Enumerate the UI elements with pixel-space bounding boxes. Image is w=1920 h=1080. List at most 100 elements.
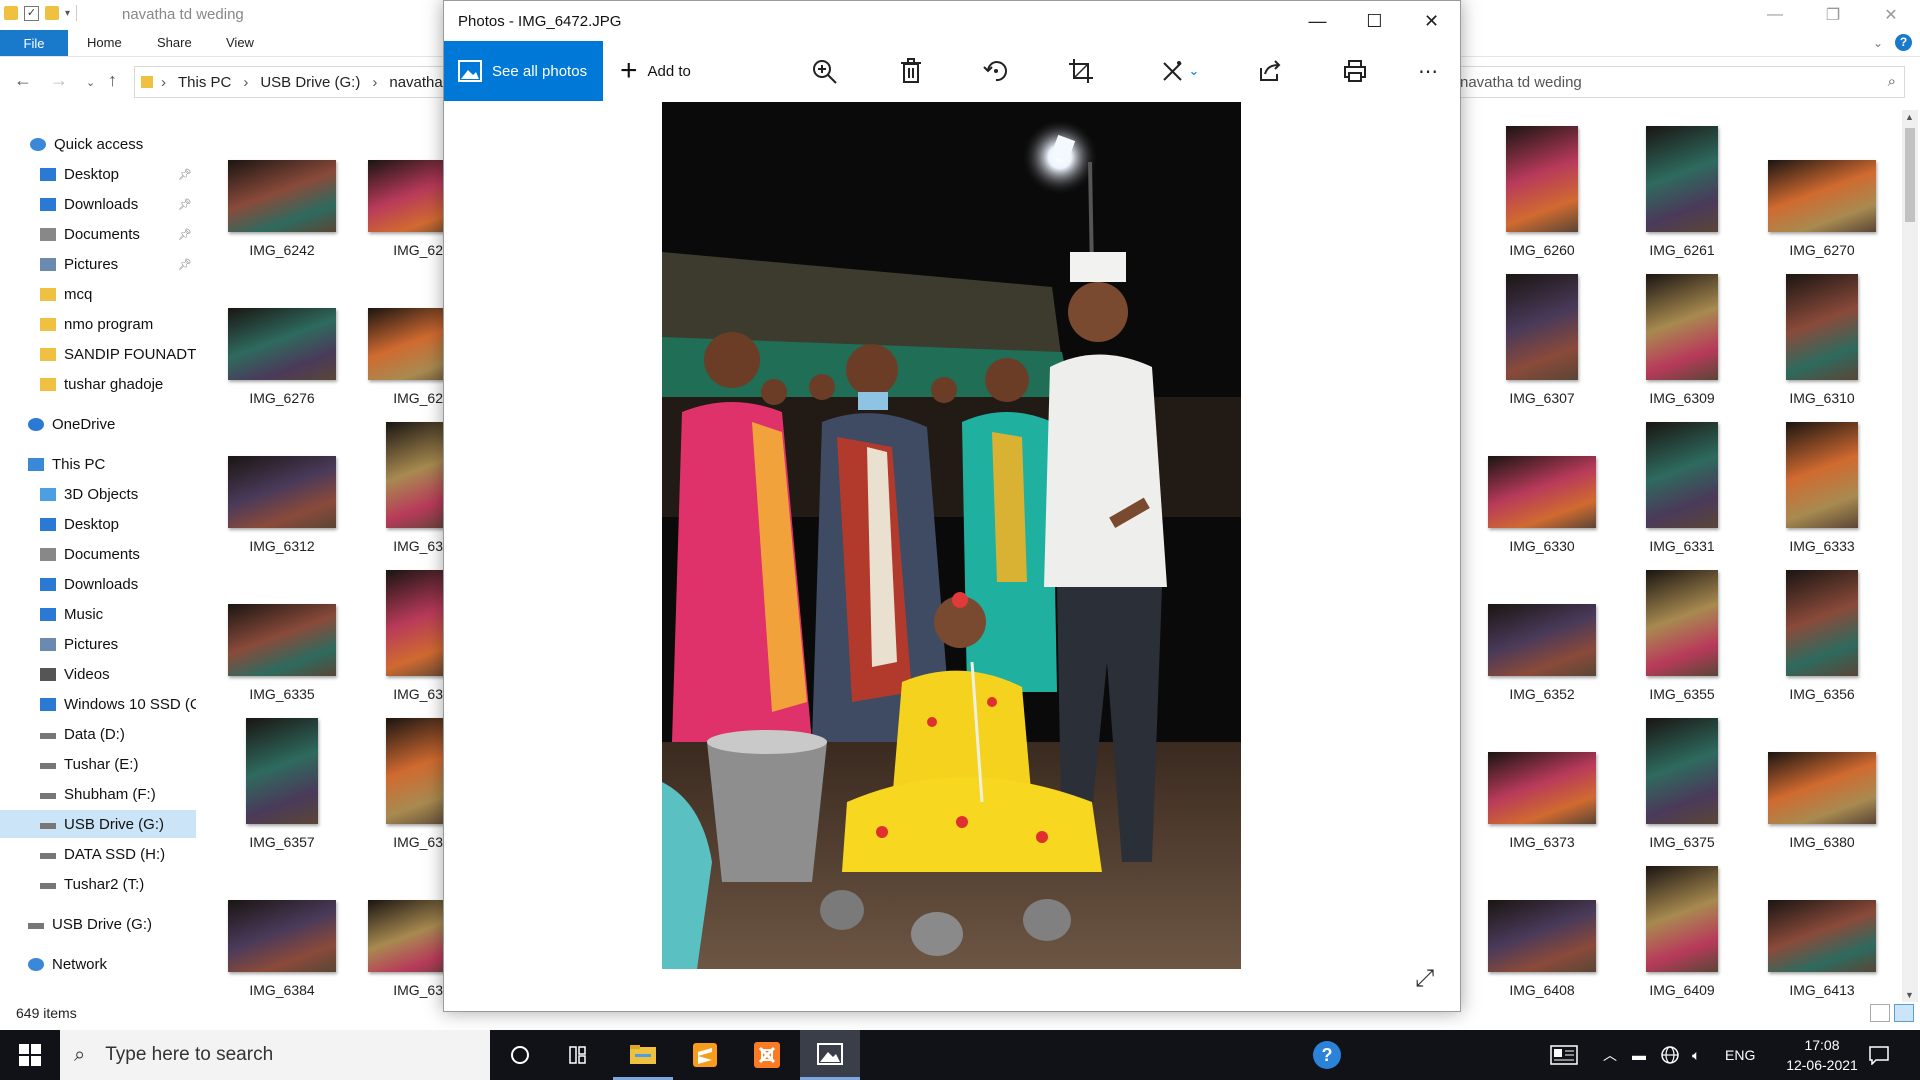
sidebar-item[interactable]: Music: [0, 600, 196, 628]
sidebar-item[interactable]: Videos: [0, 660, 196, 688]
minimize-icon[interactable]: —: [1289, 1, 1346, 41]
sidebar-item[interactable]: Downloads 📌︎: [0, 190, 196, 218]
file-thumbnail[interactable]: IMG_6309: [1622, 274, 1742, 406]
scroll-up-icon[interactable]: ▲: [1905, 112, 1914, 122]
file-thumbnail[interactable]: IMG_6375: [1622, 718, 1742, 850]
sidebar-item[interactable]: Data (D:): [0, 720, 196, 748]
file-thumbnail[interactable]: IMG_6413: [1762, 866, 1882, 998]
file-thumbnail[interactable]: IMG_6408: [1482, 866, 1602, 998]
back-arrow-icon[interactable]: ←: [14, 70, 32, 91]
sidebar-item[interactable]: Network: [0, 950, 196, 978]
expand-ribbon-icon[interactable]: ⌄: [1873, 36, 1883, 50]
battery-icon[interactable]: ▬: [1632, 1030, 1646, 1080]
vertical-scrollbar[interactable]: ▲ ▼: [1902, 110, 1918, 1002]
taskbar-search-box[interactable]: ⌕ Type here to search: [60, 1030, 490, 1080]
file-explorer-taskbar-icon[interactable]: [613, 1030, 673, 1080]
sidebar-item[interactable]: Windows 10 SSD (C: [0, 690, 196, 718]
scroll-down-icon[interactable]: ▼: [1905, 990, 1914, 1000]
full-screen-icon[interactable]: ⤢: [1415, 965, 1434, 993]
print-icon[interactable]: [1341, 57, 1369, 85]
task-view-icon[interactable]: [550, 1030, 610, 1080]
sidebar-item[interactable]: Quick access: [0, 130, 196, 158]
file-thumbnail[interactable]: IMG_6335: [222, 570, 342, 702]
sidebar-item[interactable]: USB Drive (G:): [0, 910, 196, 938]
new-folder-icon[interactable]: [45, 6, 59, 20]
sidebar-item[interactable]: Documents: [0, 540, 196, 568]
see-all-photos-button[interactable]: See all photos: [444, 41, 603, 101]
start-button[interactable]: [0, 1030, 60, 1080]
file-thumbnail[interactable]: IMG_6242: [222, 126, 342, 258]
delete-icon[interactable]: [897, 57, 925, 85]
details-view-icon[interactable]: [1870, 1004, 1890, 1022]
zoom-icon[interactable]: [810, 57, 838, 85]
share-icon[interactable]: [1256, 57, 1284, 85]
scrollbar-thumb[interactable]: [1905, 128, 1915, 222]
sidebar-item[interactable]: mcq: [0, 280, 196, 308]
customize-qat-icon[interactable]: ▾: [65, 8, 70, 19]
file-thumbnail[interactable]: IMG_6384: [222, 866, 342, 998]
file-thumbnail[interactable]: IMG_6270: [1762, 126, 1882, 258]
tab-home[interactable]: Home: [87, 35, 122, 50]
sidebar-item[interactable]: Downloads: [0, 570, 196, 598]
sidebar-item[interactable]: USB Drive (G:): [0, 810, 196, 838]
up-arrow-icon[interactable]: ↑: [108, 70, 117, 91]
close-icon[interactable]: ✕: [1862, 0, 1920, 30]
clock[interactable]: 17:08 12-06-2021: [1782, 1035, 1862, 1075]
sidebar-item[interactable]: Pictures 📌︎: [0, 250, 196, 278]
sidebar-item[interactable]: Desktop 📌︎: [0, 160, 196, 188]
xampp-icon[interactable]: [737, 1030, 797, 1080]
file-tab[interactable]: File: [0, 30, 68, 56]
sidebar-item[interactable]: 3D Objects: [0, 480, 196, 508]
file-thumbnail[interactable]: IMG_6276: [222, 274, 342, 406]
large-icons-view-icon[interactable]: [1894, 1004, 1914, 1022]
sidebar-item[interactable]: Desktop: [0, 510, 196, 538]
breadcrumb-this-pc[interactable]: This PC: [178, 74, 231, 91]
forward-arrow-icon[interactable]: →: [50, 70, 68, 91]
close-icon[interactable]: ✕: [1403, 1, 1460, 41]
sidebar-item[interactable]: Pictures: [0, 630, 196, 658]
maximize-icon[interactable]: ☐: [1346, 1, 1403, 41]
file-thumbnail[interactable]: IMG_6331: [1622, 422, 1742, 554]
sidebar-item[interactable]: Tushar2 (T:): [0, 870, 196, 898]
crop-icon[interactable]: [1067, 57, 1095, 85]
more-options-icon[interactable]: ⋯: [1414, 57, 1442, 85]
file-thumbnail[interactable]: IMG_6356: [1762, 570, 1882, 702]
file-thumbnail[interactable]: IMG_6333: [1762, 422, 1882, 554]
sublime-text-icon[interactable]: [675, 1030, 735, 1080]
sidebar-item[interactable]: nmo program: [0, 310, 196, 338]
help-taskbar-icon[interactable]: ?: [1297, 1030, 1357, 1080]
help-icon[interactable]: ?: [1895, 34, 1912, 51]
file-thumbnail[interactable]: IMG_6373: [1482, 718, 1602, 850]
sidebar-item[interactable]: OneDrive: [0, 410, 196, 438]
photos-taskbar-icon[interactable]: [800, 1030, 860, 1080]
edit-and-create-icon[interactable]: ⌄: [1154, 57, 1204, 85]
sidebar-item[interactable]: Documents 📌︎: [0, 220, 196, 248]
sidebar-item[interactable]: DATA SSD (H:): [0, 840, 196, 868]
restore-icon[interactable]: ❐: [1804, 0, 1862, 30]
sidebar-item[interactable]: Shubham (F:): [0, 780, 196, 808]
add-to-button[interactable]: + Add to: [620, 41, 691, 101]
photo-viewer-image[interactable]: [662, 102, 1241, 969]
file-thumbnail[interactable]: IMG_6307: [1482, 274, 1602, 406]
file-thumbnail[interactable]: IMG_6357: [222, 718, 342, 850]
file-thumbnail[interactable]: IMG_6352: [1482, 570, 1602, 702]
file-thumbnail[interactable]: IMG_6312: [222, 422, 342, 554]
language-indicator[interactable]: ENG: [1725, 1030, 1755, 1080]
file-thumbnail[interactable]: IMG_6310: [1762, 274, 1882, 406]
sidebar-item[interactable]: tushar ghadoje: [0, 370, 196, 398]
sidebar-item[interactable]: Tushar (E:): [0, 750, 196, 778]
notifications-icon[interactable]: [1868, 1030, 1890, 1080]
search-input[interactable]: navatha td weding ⌕: [1455, 66, 1905, 98]
sidebar-item[interactable]: This PC: [0, 450, 196, 478]
sidebar-item[interactable]: SANDIP FOUNADTI(: [0, 340, 196, 368]
network-globe-icon[interactable]: [1660, 1030, 1680, 1080]
minimize-icon[interactable]: —: [1746, 0, 1804, 30]
rotate-icon[interactable]: [982, 57, 1010, 85]
cortana-icon[interactable]: [490, 1030, 550, 1080]
file-thumbnail[interactable]: IMG_6260: [1482, 126, 1602, 258]
news-icon[interactable]: [1550, 1030, 1578, 1080]
breadcrumb-usb-drive[interactable]: USB Drive (G:): [260, 74, 360, 91]
tab-view[interactable]: View: [226, 35, 254, 50]
recent-locations-icon[interactable]: ⌄: [86, 76, 95, 89]
properties-icon[interactable]: ✓: [24, 5, 39, 21]
